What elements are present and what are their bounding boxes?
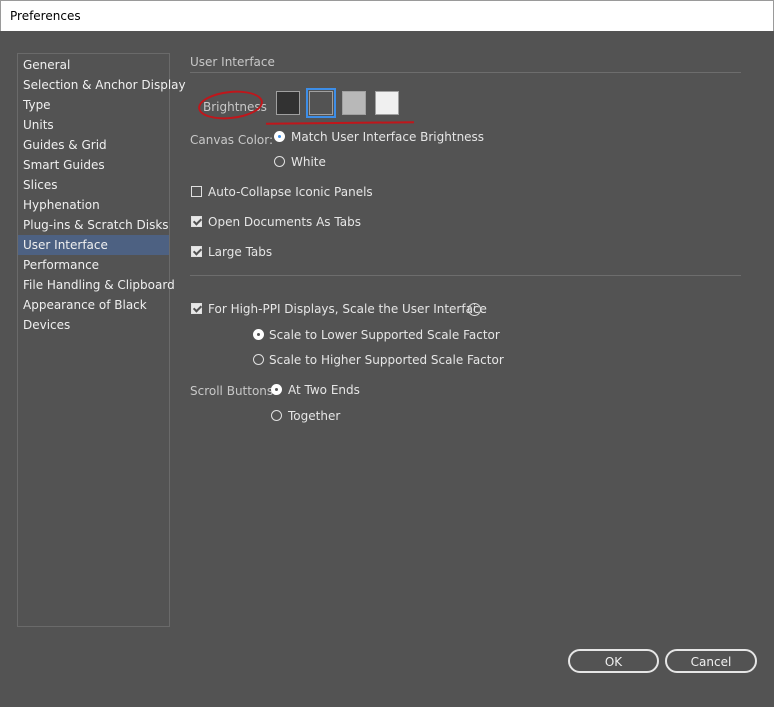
high-ppi-checkbox[interactable]	[191, 303, 202, 314]
sidebar-item-guides-grid[interactable]: Guides & Grid	[18, 135, 169, 155]
annotation-underline	[265, 121, 415, 125]
scale-lower-label[interactable]: Scale to Lower Supported Scale Factor	[269, 328, 500, 342]
category-list: General Selection & Anchor Display Type …	[17, 53, 186, 627]
scroll-two-ends-radio[interactable]	[271, 384, 282, 395]
sidebar-item-performance[interactable]: Performance	[18, 255, 169, 275]
sidebar-item-hyphenation[interactable]: Hyphenation	[18, 195, 169, 215]
canvas-match-label[interactable]: Match User Interface Brightness	[291, 130, 484, 144]
sidebar-item-file-handling-clipboard[interactable]: File Handling & Clipboard	[18, 275, 175, 295]
open-docs-as-tabs-checkbox[interactable]	[191, 216, 202, 227]
open-docs-as-tabs-label[interactable]: Open Documents As Tabs	[208, 215, 361, 229]
divider	[190, 275, 741, 276]
title-bar: Preferences	[0, 0, 774, 31]
brightness-swatch-dark[interactable]	[276, 91, 300, 115]
brightness-swatch-medium-light[interactable]	[342, 91, 366, 115]
brightness-swatch-medium-dark[interactable]	[306, 88, 336, 118]
brightness-swatch-light[interactable]	[375, 91, 399, 115]
scroll-buttons-label: Scroll Buttons:	[190, 384, 278, 398]
sidebar-item-selection-anchor-display[interactable]: Selection & Anchor Display	[18, 75, 186, 95]
scroll-two-ends-label[interactable]: At Two Ends	[288, 383, 360, 397]
sidebar-item-smart-guides[interactable]: Smart Guides	[18, 155, 169, 175]
sidebar-item-plugins-scratch-disks[interactable]: Plug-ins & Scratch Disks	[18, 215, 169, 235]
window-title: Preferences	[10, 9, 81, 23]
annotation-circle	[196, 87, 265, 123]
scroll-together-label[interactable]: Together	[288, 409, 340, 423]
sidebar-item-user-interface[interactable]: User Interface	[18, 235, 169, 255]
section-title: User Interface	[190, 55, 275, 69]
canvas-match-radio[interactable]	[274, 131, 285, 142]
sidebar-item-appearance-of-black[interactable]: Appearance of Black	[18, 295, 169, 315]
scale-higher-label[interactable]: Scale to Higher Supported Scale Factor	[269, 353, 504, 367]
sidebar-item-general[interactable]: General	[18, 55, 169, 75]
sidebar-item-devices[interactable]: Devices	[18, 315, 169, 335]
preferences-dialog: General Selection & Anchor Display Type …	[0, 31, 774, 707]
cancel-button[interactable]: Cancel	[665, 649, 757, 673]
sidebar-item-slices[interactable]: Slices	[18, 175, 169, 195]
canvas-white-label[interactable]: White	[291, 155, 326, 169]
canvas-color-label: Canvas Color:	[190, 133, 274, 147]
scroll-together-radio[interactable]	[271, 410, 282, 421]
info-icon[interactable]: i	[468, 303, 481, 316]
scale-higher-radio[interactable]	[253, 354, 264, 365]
ok-button[interactable]: OK	[568, 649, 659, 673]
large-tabs-label[interactable]: Large Tabs	[208, 245, 272, 259]
high-ppi-label[interactable]: For High-PPI Displays, Scale the User In…	[208, 302, 487, 316]
auto-collapse-checkbox[interactable]	[191, 186, 202, 197]
sidebar-item-type[interactable]: Type	[18, 95, 169, 115]
auto-collapse-label[interactable]: Auto-Collapse Iconic Panels	[208, 185, 373, 199]
section-divider	[190, 72, 741, 73]
large-tabs-checkbox[interactable]	[191, 246, 202, 257]
scale-lower-radio[interactable]	[253, 329, 264, 340]
sidebar-item-units[interactable]: Units	[18, 115, 169, 135]
canvas-white-radio[interactable]	[274, 156, 285, 167]
